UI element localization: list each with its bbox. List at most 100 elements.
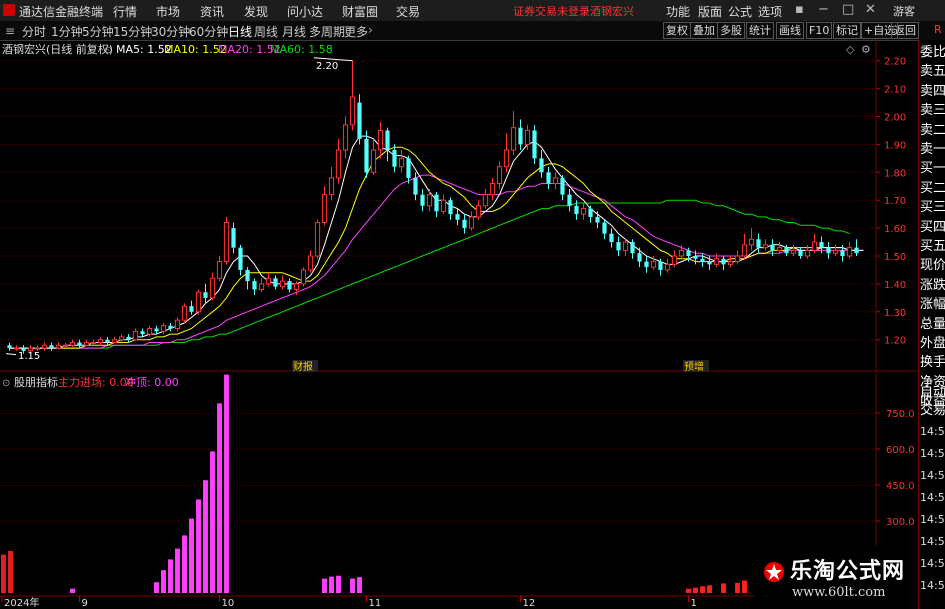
candle[interactable] (321, 186, 328, 226)
candle[interactable] (7, 342, 12, 351)
main-settings-icon[interactable]: ⚙ (861, 43, 871, 56)
statistics-button[interactable]: 统计 (746, 22, 774, 39)
multi-stock-button[interactable]: 多股 (717, 22, 745, 39)
candle[interactable] (252, 278, 257, 296)
menu-options[interactable]: 选项 (758, 3, 782, 20)
candle[interactable] (62, 342, 69, 349)
event-profit-growth[interactable]: 预增 (684, 360, 704, 373)
candle[interactable] (846, 242, 853, 259)
tf-5min[interactable]: 5分钟 (82, 23, 114, 40)
candle[interactable] (426, 189, 433, 212)
candle[interactable] (560, 175, 565, 201)
candle[interactable] (77, 339, 82, 349)
candle[interactable] (580, 203, 587, 220)
indicator-settings-icon[interactable]: ⊙ (2, 378, 10, 389)
candle[interactable] (741, 233, 748, 259)
stock-tab[interactable]: 酒钢宏兴 (590, 3, 634, 19)
candle[interactable] (231, 222, 236, 254)
menu-discover[interactable]: 发现 (244, 3, 268, 20)
adjust-button[interactable]: 复权 (663, 22, 691, 39)
candle[interactable] (622, 239, 629, 256)
candle[interactable] (727, 256, 734, 268)
menu-grip-icon[interactable]: ≡ (5, 24, 15, 38)
candle[interactable] (314, 219, 321, 259)
menu-news[interactable]: 资讯 (200, 3, 224, 20)
candle[interactable] (216, 256, 223, 282)
candle[interactable] (13, 345, 20, 351)
candle[interactable] (609, 228, 614, 248)
candle[interactable] (489, 177, 496, 201)
candle[interactable] (832, 244, 839, 256)
candle[interactable] (300, 267, 307, 287)
menu-function[interactable]: 功能 (666, 3, 690, 20)
menu-formula[interactable]: 公式 (728, 3, 752, 20)
candle[interactable] (349, 60, 356, 131)
menu-market[interactable]: 市场 (156, 3, 180, 20)
candle[interactable] (132, 328, 139, 341)
candle[interactable] (154, 325, 159, 335)
candle[interactable] (546, 166, 551, 190)
close-icon[interactable]: ✕ (865, 2, 876, 17)
candle[interactable] (420, 189, 425, 212)
tf-intraday[interactable]: 分时 (22, 23, 46, 40)
menu-wealth-circle[interactable]: 财富圈 (342, 3, 378, 20)
candle[interactable] (385, 127, 390, 162)
candle[interactable] (539, 150, 544, 178)
candle[interactable] (258, 278, 265, 293)
candle[interactable] (195, 289, 202, 315)
candle[interactable] (413, 172, 418, 201)
menu-quotes[interactable]: 行情 (113, 3, 137, 20)
candle[interactable] (189, 300, 194, 315)
candle[interactable] (406, 155, 411, 184)
candle[interactable] (245, 267, 250, 290)
candle[interactable] (510, 110, 517, 156)
back-button[interactable]: 返回 (891, 22, 919, 39)
candle[interactable] (83, 339, 90, 346)
candle[interactable] (448, 197, 453, 220)
candle[interactable] (55, 342, 62, 349)
menu-trade[interactable]: 交易 (396, 3, 420, 20)
candle[interactable] (168, 322, 173, 332)
candle[interactable] (804, 244, 811, 259)
candle[interactable] (307, 250, 314, 273)
draw-line-button[interactable]: 画线 (776, 22, 804, 39)
candle[interactable] (357, 94, 362, 145)
candle[interactable] (671, 250, 678, 268)
title-settings-icon[interactable]: ⊙ (104, 45, 112, 56)
candle[interactable] (287, 278, 292, 293)
candle[interactable] (90, 339, 97, 346)
mark-button[interactable]: 标记 (833, 22, 861, 39)
candle[interactable] (503, 133, 510, 173)
candle[interactable] (776, 242, 783, 254)
candle[interactable] (756, 233, 761, 254)
tf-more[interactable]: 更多 (344, 23, 368, 40)
candle[interactable] (475, 200, 482, 220)
candle[interactable] (364, 130, 369, 178)
candle[interactable] (265, 272, 272, 287)
diamond-icon[interactable]: ◇ (846, 43, 855, 56)
candle[interactable] (630, 239, 635, 259)
candle[interactable] (97, 336, 104, 346)
candle[interactable] (552, 172, 559, 190)
candle[interactable] (462, 214, 467, 234)
candle[interactable] (41, 342, 48, 351)
candle[interactable] (637, 247, 642, 268)
candle[interactable] (223, 216, 230, 265)
candle[interactable] (532, 124, 537, 164)
event-financial-report[interactable]: 财报 (293, 360, 313, 373)
candle[interactable] (181, 303, 188, 323)
trade-login-notice[interactable]: 证券交易未登录 (513, 3, 590, 19)
candle[interactable] (602, 219, 607, 240)
candle[interactable] (644, 256, 649, 273)
candle[interactable] (455, 208, 460, 226)
more-chevron-icon[interactable]: › (368, 23, 373, 37)
candle[interactable] (111, 336, 118, 343)
candle[interactable] (734, 250, 741, 265)
kline-chart[interactable]: 2.20 2.10 2.00 1.90 1.80 1.70 1.60 1.50 1.40 1.30… (0, 40, 918, 609)
candle[interactable] (160, 322, 167, 335)
candle[interactable] (567, 189, 572, 212)
tf-15min[interactable]: 15分钟 (113, 23, 152, 40)
tf-30min[interactable]: 30分钟 (151, 23, 190, 40)
candle[interactable] (174, 317, 181, 332)
tf-1min[interactable]: 1分钟 (51, 23, 83, 40)
